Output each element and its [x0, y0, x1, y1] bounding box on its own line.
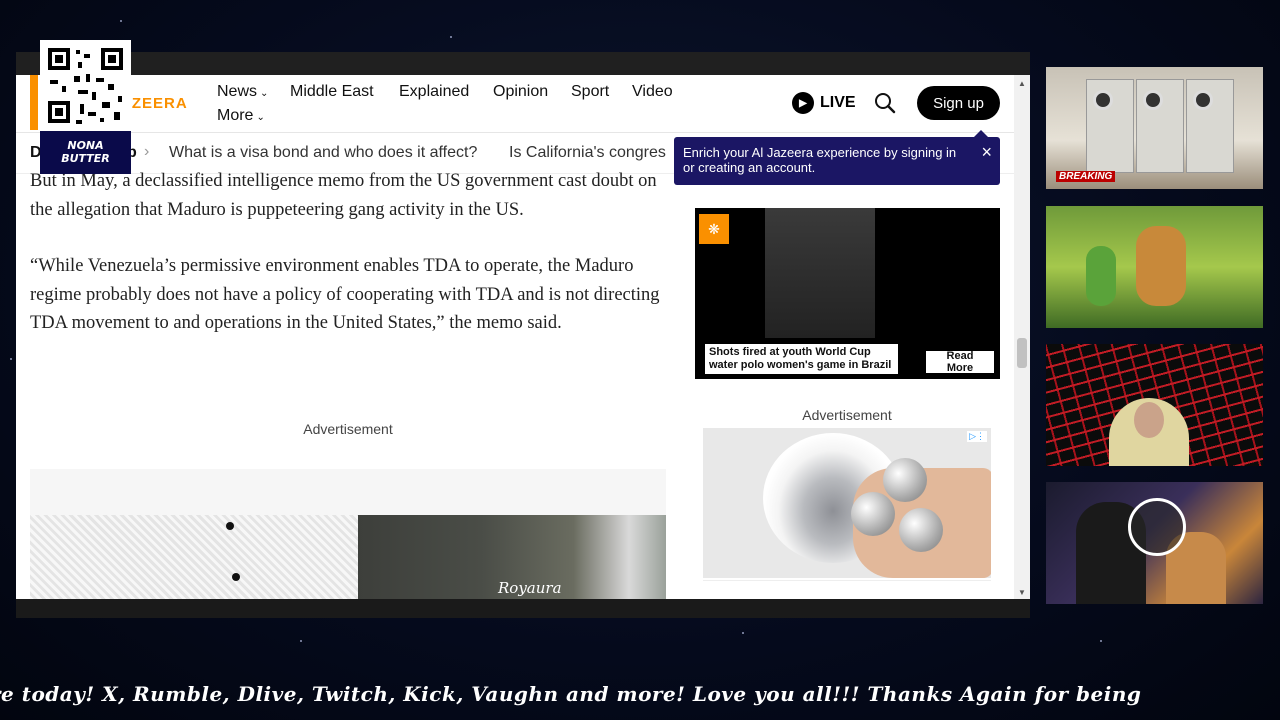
site-header: AZEERA News ⌄ Middle East Explained Opini… — [16, 75, 1014, 133]
close-icon[interactable]: × — [981, 142, 992, 163]
chevron-right-icon: › — [144, 143, 150, 160]
star — [10, 358, 12, 360]
tape-machine — [1136, 79, 1184, 173]
tape-machine — [1086, 79, 1134, 173]
article-paragraph: But in May, a declassified intelligence … — [30, 171, 657, 220]
search-icon[interactable] — [874, 92, 896, 114]
reel — [1193, 90, 1213, 110]
star — [300, 640, 302, 642]
breaking-news-badge: BREAKING — [1056, 171, 1116, 182]
qr-caption: NONA BUTTER — [40, 131, 131, 174]
adchoices-icon[interactable]: ▷⋮ — [967, 431, 987, 442]
nav-more[interactable]: More ⌄ — [217, 107, 265, 125]
web-page: AZEERA News ⌄ Middle East Explained Opini… — [16, 75, 1030, 599]
article-body: But in May, a declassified intelligence … — [30, 167, 660, 366]
breadcrumb-link[interactable]: Is California's congres — [509, 144, 666, 162]
dog-figure — [1136, 226, 1186, 306]
breadcrumb-link[interactable]: What is a visa bond and who does it affe… — [169, 144, 477, 162]
popup-arrow — [974, 130, 988, 137]
tape-machine — [1186, 79, 1234, 173]
qr-caption-line: BUTTER — [61, 152, 110, 165]
tile-tape-machines: BREAKING — [1046, 67, 1263, 189]
nav-middle-east[interactable]: Middle East — [290, 83, 374, 101]
browser-top-bar — [16, 52, 1030, 75]
qr-overlay: NONA BUTTER — [40, 40, 131, 174]
tile-webcam-keyboard — [1046, 344, 1263, 466]
video-caption: Shots fired at youth World Cup water pol… — [705, 344, 898, 374]
star — [742, 632, 744, 634]
foil-ball — [899, 508, 943, 552]
nav-label: Video — [632, 83, 673, 100]
play-icon: ▶ — [792, 92, 814, 114]
read-more-button[interactable]: Read More — [926, 350, 994, 374]
browser-bottom-bar — [16, 599, 1030, 618]
foil-ball — [851, 492, 895, 536]
nav-label: Explained — [399, 83, 470, 100]
featured-video[interactable]: ❋ Shots fired at youth World Cup water p… — [695, 208, 1000, 379]
browser-window: AZEERA News ⌄ Middle East Explained Opini… — [16, 52, 1030, 618]
live-button[interactable]: ▶ LIVE — [792, 92, 856, 114]
advertisement-shirts[interactable]: Royaura — [30, 469, 666, 599]
sign-in-prompt: Enrich your Al Jazeera experience by sig… — [674, 130, 1000, 185]
star — [450, 36, 452, 38]
nav-opinion[interactable]: Opinion — [493, 83, 548, 101]
video-thumbnail — [765, 208, 875, 338]
webcam-face — [1134, 402, 1164, 438]
nav-label: Middle East — [290, 83, 374, 100]
article-paragraph: “While Venezuela’s permissive environmen… — [30, 256, 660, 333]
live-label: LIVE — [820, 94, 856, 111]
frog-figure — [1086, 246, 1116, 306]
nav-video[interactable]: Video — [632, 83, 673, 101]
divider — [703, 580, 991, 581]
page-scrollbar[interactable]: ▲ ▼ — [1014, 75, 1030, 599]
shirt-button — [232, 573, 240, 581]
ticker-text: re today! X, Rumble, Dlive, Twitch, Kick… — [0, 682, 1142, 706]
chevron-down-icon: ⌄ — [260, 88, 269, 99]
nav-explained[interactable]: Explained — [399, 83, 469, 101]
reel — [1143, 90, 1163, 110]
sign-up-button[interactable]: Sign up — [917, 86, 1000, 120]
reel — [1093, 90, 1113, 110]
scrollbar-thumb[interactable] — [1017, 338, 1027, 368]
nav-sport[interactable]: Sport — [571, 83, 609, 101]
nav-news[interactable]: News ⌄ — [217, 83, 268, 101]
advertisement-toilet[interactable]: ▷⋮ — [703, 428, 991, 578]
obs-logo-icon — [1128, 498, 1186, 556]
shirt-brand-logo: Royaura — [498, 579, 562, 597]
logo-accent-bar — [30, 75, 38, 130]
advertisement-label: Advertisement — [303, 421, 393, 437]
qr-caption-line: NONA — [67, 139, 104, 152]
white-shirt-image — [30, 515, 360, 599]
star — [1100, 640, 1102, 642]
advertisement-label: Advertisement — [802, 407, 892, 423]
scrolling-ticker: re today! X, Rumble, Dlive, Twitch, Kick… — [0, 680, 1280, 710]
scroll-down-icon[interactable]: ▼ — [1018, 588, 1026, 597]
nav-label: News — [217, 83, 258, 100]
scroll-up-icon[interactable]: ▲ — [1018, 79, 1026, 88]
tile-animals-garden — [1046, 206, 1263, 328]
chevron-down-icon: ⌄ — [256, 112, 265, 123]
tile-cats-space — [1046, 482, 1263, 604]
nav-label: Sport — [571, 83, 610, 100]
foil-ball — [883, 458, 927, 502]
star — [120, 20, 122, 22]
nav-label: Opinion — [493, 83, 549, 100]
nav-label: More — [217, 107, 254, 124]
qr-code-icon — [40, 40, 131, 131]
popup-message: Enrich your Al Jazeera experience by sig… — [683, 145, 957, 175]
dark-shirts-image: Royaura — [358, 515, 666, 599]
aljazeera-logo-icon: ❋ — [699, 214, 729, 244]
shirt-button — [226, 522, 234, 530]
